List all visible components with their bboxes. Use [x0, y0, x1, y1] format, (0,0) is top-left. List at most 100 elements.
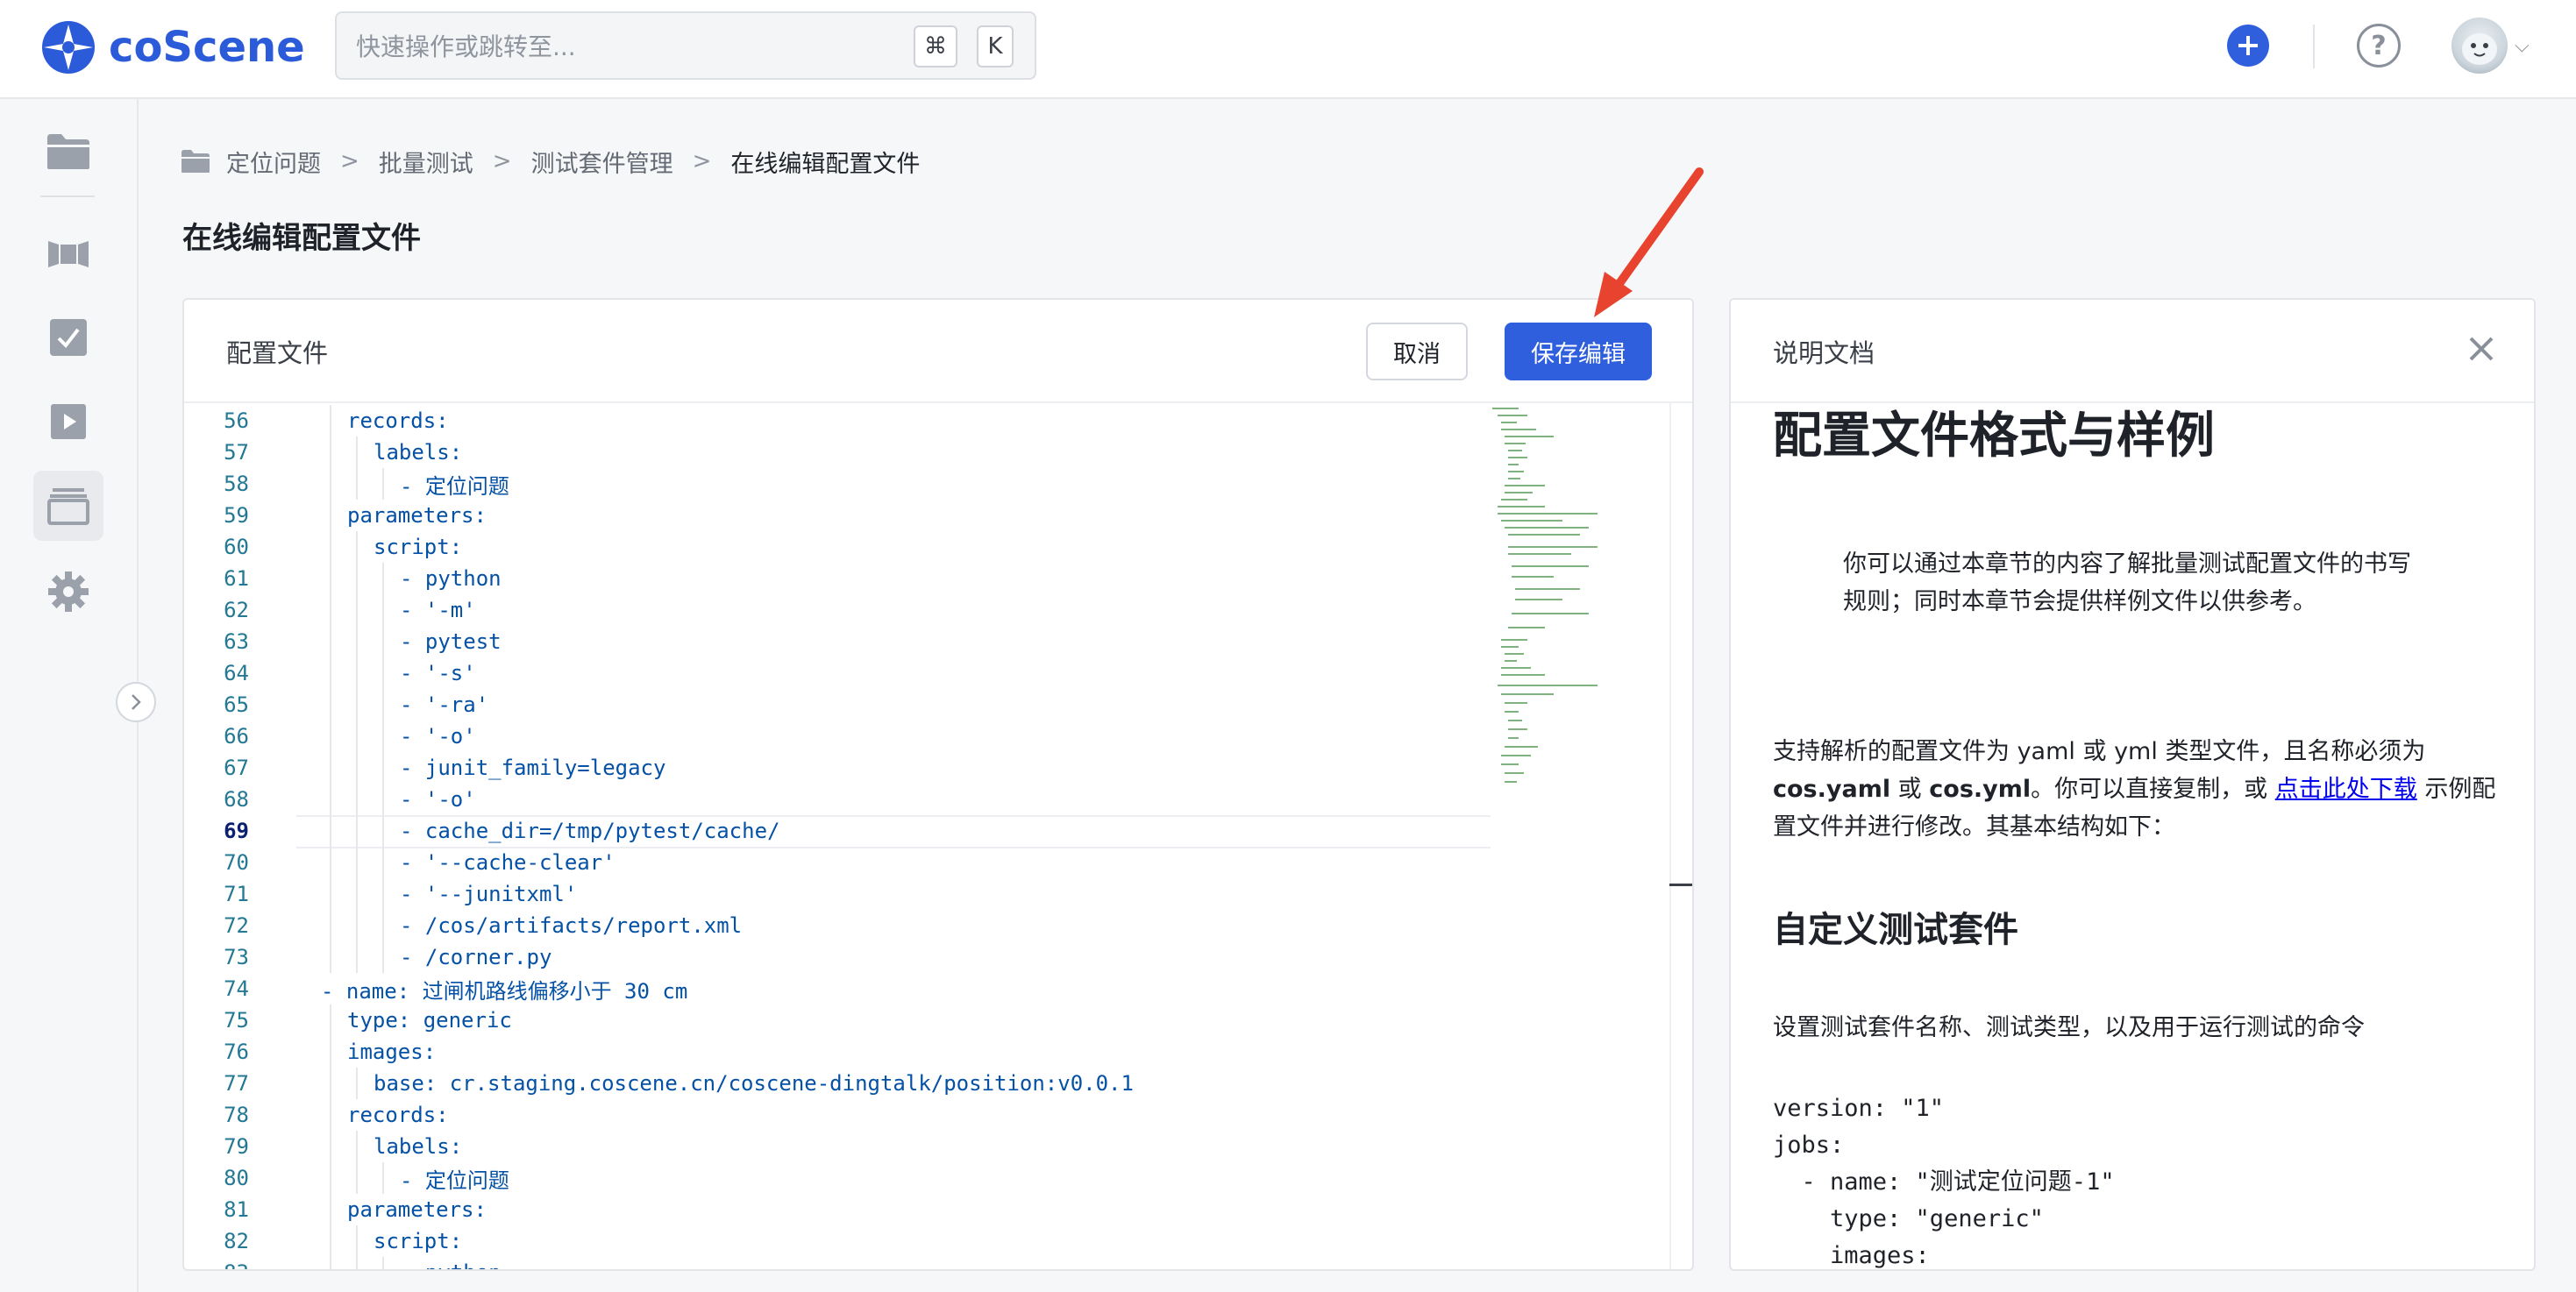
indent-guide: [356, 910, 358, 941]
command-search[interactable]: ⌘ K: [335, 11, 1036, 80]
docs-text: 或: [1890, 776, 1930, 803]
indent-guide: [382, 563, 384, 594]
code-line[interactable]: 74 - name: 过闸机路线偏移小于 30 cm: [184, 973, 1491, 1004]
save-edit-button[interactable]: 保存编辑: [1505, 323, 1652, 380]
code-line[interactable]: 65 - '-ra': [184, 689, 1491, 721]
code-editor[interactable]: 56 records: 57 labels: 58 - 定位问题 59 parameters:…: [184, 403, 1692, 1269]
indent-guide: [330, 563, 331, 594]
indent-guide: [382, 468, 384, 500]
search-input[interactable]: [354, 13, 849, 80]
indent-guide: [382, 941, 384, 973]
code-line[interactable]: 69 - cache_dir=/tmp/pytest/cache/: [184, 815, 1491, 847]
docs-filename-yml: cos.yml: [1929, 776, 2032, 803]
code-line[interactable]: 63 - pytest: [184, 626, 1491, 657]
indent-guide: [356, 626, 358, 657]
docs-text: 支持解析的配置文件为 yaml 或 yml 类型文件，且名称必须为: [1773, 738, 2426, 765]
code-line[interactable]: 76 images:: [184, 1036, 1491, 1068]
code-line[interactable]: 72 - /cos/artifacts/report.xml: [184, 910, 1491, 941]
sidebar-item-tasks[interactable]: [33, 302, 103, 373]
line-number: 81: [224, 1197, 249, 1222]
code-line[interactable]: 73 - /corner.py: [184, 941, 1491, 973]
sidebar-item-files[interactable]: [33, 117, 103, 187]
code-line[interactable]: 60 script:: [184, 531, 1491, 563]
code-line[interactable]: 67 - junit_family=legacy: [184, 752, 1491, 784]
indent-guide: [356, 847, 358, 878]
indent-guide: [382, 721, 384, 752]
code-line[interactable]: 64 - '-s': [184, 657, 1491, 689]
cancel-button[interactable]: 取消: [1366, 323, 1468, 380]
breadcrumb-separator: >: [492, 148, 512, 174]
code-line[interactable]: 70 - '--cache-clear': [184, 847, 1491, 878]
breadcrumb-item-batch-test[interactable]: 批量测试: [379, 145, 473, 179]
code-line[interactable]: 83 - python: [184, 1257, 1491, 1269]
code-line[interactable]: 59 parameters:: [184, 500, 1491, 531]
download-example-link[interactable]: 点击此处下载: [2275, 776, 2417, 803]
code-text: parameters:: [347, 1197, 487, 1222]
code-line[interactable]: 56 records:: [184, 405, 1491, 437]
close-icon[interactable]: [2464, 331, 2499, 366]
sidebar-item-settings[interactable]: [33, 557, 103, 627]
code-line[interactable]: 62 - '-m': [184, 594, 1491, 626]
code-text: labels:: [374, 1134, 463, 1159]
code-text: - '-o': [400, 724, 476, 749]
code-line[interactable]: 68 - '-o': [184, 784, 1491, 815]
editor-scrollbar[interactable]: [1669, 403, 1692, 1269]
line-number: 56: [224, 408, 249, 433]
indent-guide: [330, 878, 331, 910]
docs-subparagraph: 设置测试套件名称、测试类型，以及用于运行测试的命令: [1773, 1014, 2365, 1041]
indent-guide: [356, 1162, 358, 1194]
code-line[interactable]: 79 labels:: [184, 1131, 1491, 1162]
code-line[interactable]: 66 - '-o': [184, 721, 1491, 752]
code-text: - python: [400, 1260, 502, 1269]
code-line[interactable]: 81 parameters:: [184, 1194, 1491, 1225]
line-number: 83: [184, 1260, 249, 1269]
user-avatar[interactable]: [2451, 18, 2508, 74]
code-line[interactable]: 75 type: generic: [184, 1004, 1491, 1036]
plus-icon: [2238, 36, 2258, 55]
checklist-icon: [50, 319, 87, 356]
folder-icon: [47, 134, 89, 169]
code-text: - junit_family=legacy: [400, 756, 666, 780]
line-number: 73: [224, 945, 249, 969]
app-logo[interactable]: coScene: [39, 18, 305, 77]
code-line[interactable]: 82 script:: [184, 1225, 1491, 1257]
indent-guide: [330, 784, 331, 815]
create-button[interactable]: [2227, 25, 2269, 67]
code-line[interactable]: 58 - 定位问题: [184, 468, 1491, 500]
indent-guide: [382, 594, 384, 626]
code-text: - '--junitxml': [400, 882, 578, 906]
line-number: 62: [224, 598, 249, 622]
docs-intro: 你可以通过本章节的内容了解批量测试配置文件的书写规则；同时本章节会提供样例文件以…: [1843, 550, 2411, 615]
sidebar-item-scenes[interactable]: [33, 218, 103, 288]
breadcrumb-item-suite-management[interactable]: 测试套件管理: [531, 145, 673, 179]
editor-minimap[interactable]: [1492, 403, 1668, 789]
code-line[interactable]: 57 labels:: [184, 437, 1491, 468]
header-divider: [2313, 25, 2315, 68]
indent-guide: [330, 500, 331, 531]
coscene-logo-icon: [42, 21, 95, 74]
code-line[interactable]: 80 - 定位问题: [184, 1162, 1491, 1194]
indent-guide: [330, 1099, 331, 1131]
help-button[interactable]: ?: [2357, 24, 2401, 67]
indent-guide: [330, 405, 331, 437]
breadcrumb-item-project[interactable]: 定位问题: [226, 145, 321, 179]
code-line[interactable]: 71 - '--junitxml': [184, 878, 1491, 910]
sidebar-expand-button[interactable]: [116, 682, 156, 722]
code-line[interactable]: 77 base: cr.staging.coscene.cn/coscene-di…: [184, 1068, 1491, 1099]
sidebar-item-test-suites[interactable]: [33, 471, 103, 541]
indent-guide: [356, 815, 358, 847]
sidebar-item-runs[interactable]: [33, 387, 103, 457]
code-text: script:: [374, 1229, 463, 1253]
indent-guide: [330, 941, 331, 973]
cube-icon: [48, 241, 89, 267]
indent-guide: [330, 1004, 331, 1036]
line-number: 58: [224, 472, 249, 496]
top-bar: coScene ⌘ K ? ⌵: [0, 0, 2576, 99]
docs-panel: 说明文档 配置文件格式与样例 你可以通过本章节的内容了解批量测试配置文件的书写规…: [1729, 298, 2536, 1271]
indent-guide: [356, 1257, 358, 1269]
indent-guide: [356, 1225, 358, 1257]
chevron-down-icon[interactable]: ⌵: [2515, 35, 2530, 57]
code-line[interactable]: 61 - python: [184, 563, 1491, 594]
code-line[interactable]: 78 records:: [184, 1099, 1491, 1131]
line-number: 60: [224, 535, 249, 559]
